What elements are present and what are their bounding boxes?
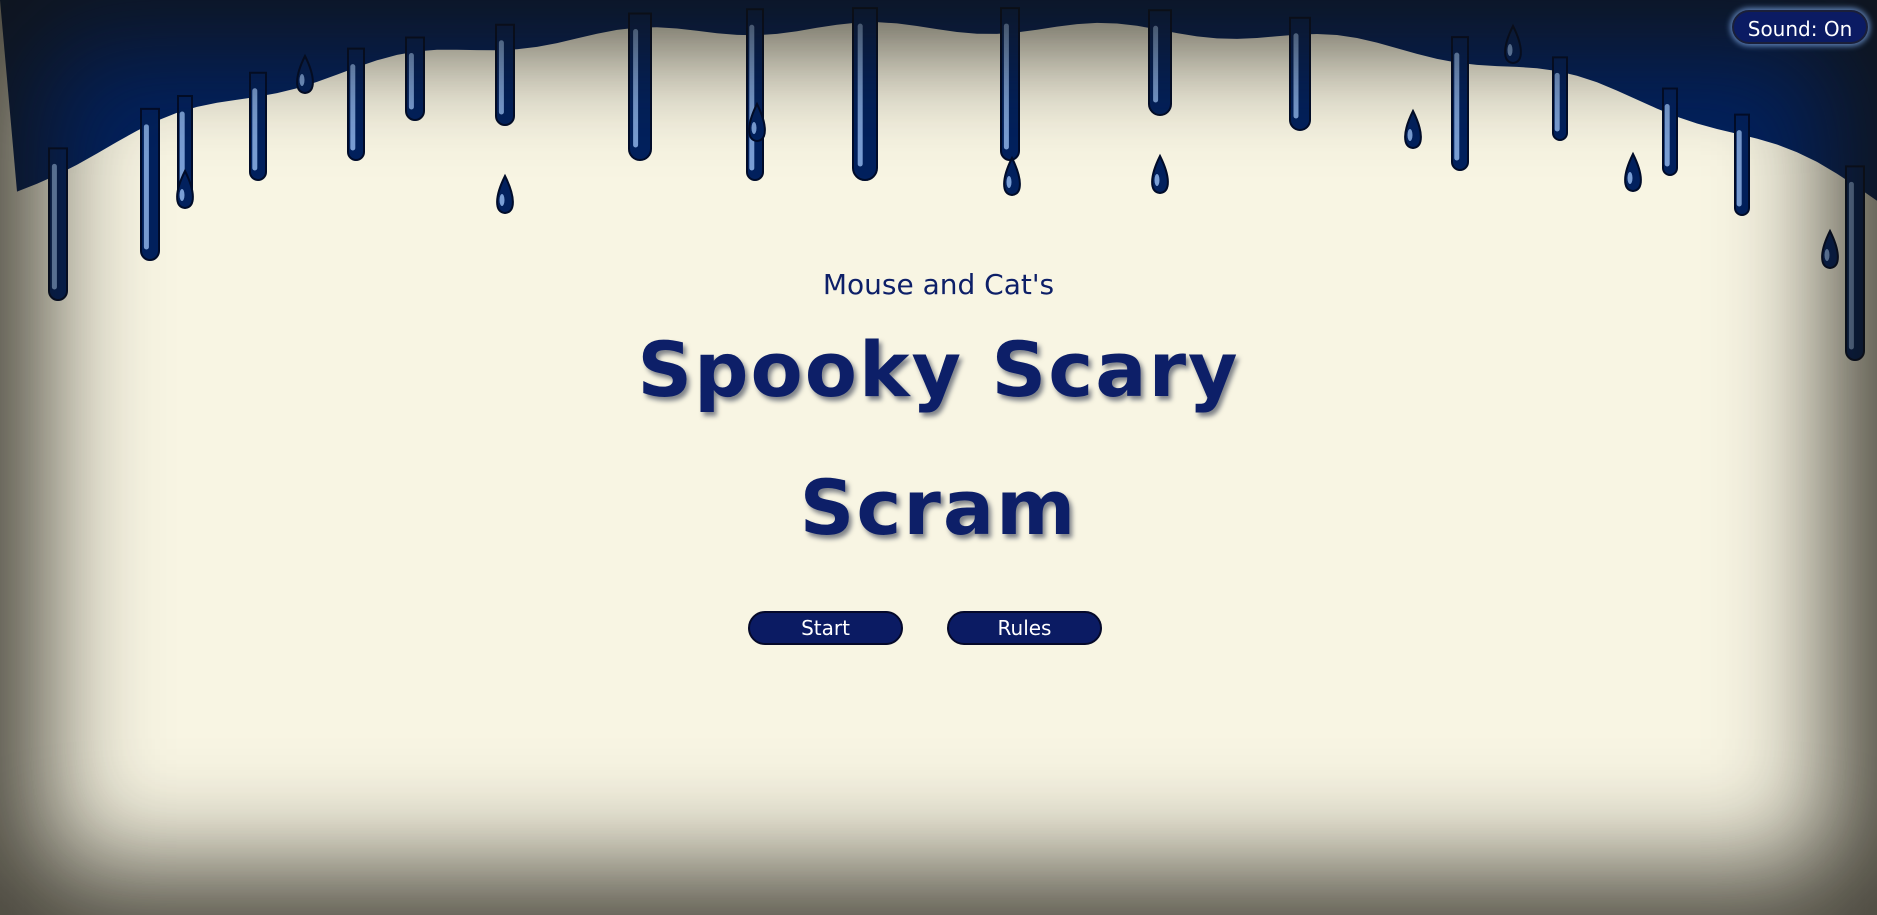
game-title-line-1: Spooky Scary: [637, 325, 1240, 414]
game-subtitle: Mouse and Cat's: [822, 268, 1055, 301]
sound-toggle-button[interactable]: Sound: On: [1732, 10, 1868, 44]
start-button[interactable]: Start: [748, 611, 903, 645]
game-title-line-2: Scram: [799, 463, 1078, 552]
rules-button[interactable]: Rules: [947, 611, 1102, 645]
